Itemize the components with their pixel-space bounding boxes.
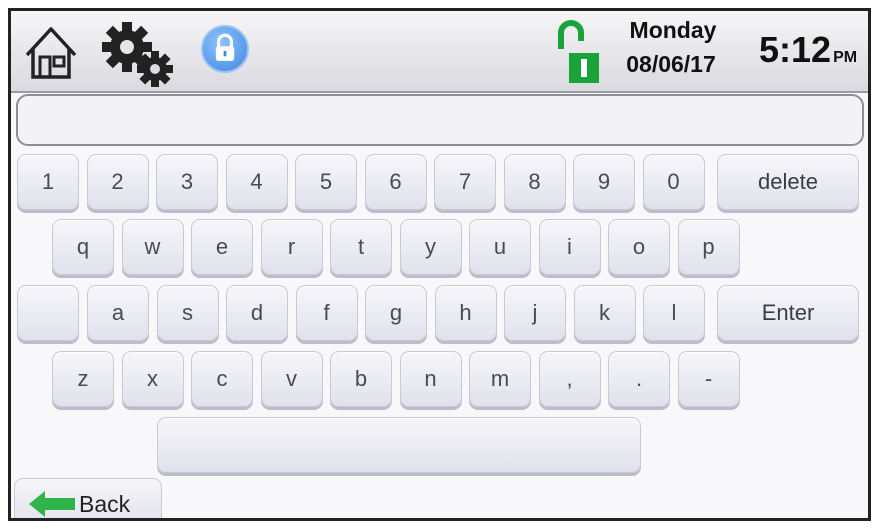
key-2[interactable]: 2 xyxy=(86,154,149,210)
enter-key[interactable]: Enter xyxy=(717,285,859,341)
key-0[interactable]: 0 xyxy=(642,154,705,210)
space-bar[interactable] xyxy=(157,417,641,473)
key-c[interactable]: c xyxy=(191,351,253,407)
key-y[interactable]: y xyxy=(399,219,462,275)
gear-icon[interactable] xyxy=(99,19,179,89)
key-f[interactable]: f xyxy=(295,285,358,341)
lock-icon xyxy=(215,33,235,61)
key-b[interactable]: b xyxy=(330,351,392,407)
key-comma[interactable]: , xyxy=(538,351,601,407)
key-n[interactable]: n xyxy=(399,351,462,407)
back-button[interactable]: Back xyxy=(14,478,162,518)
lock-button[interactable] xyxy=(201,25,249,73)
key-m[interactable]: m xyxy=(469,351,531,407)
key-8[interactable]: 8 xyxy=(503,154,566,210)
key-h[interactable]: h xyxy=(434,285,497,341)
key-9[interactable]: 9 xyxy=(573,154,635,210)
back-label: Back xyxy=(79,491,131,517)
key-v[interactable]: v xyxy=(260,351,323,407)
key-x[interactable]: x xyxy=(121,351,184,407)
key-blank[interactable] xyxy=(17,285,79,341)
date-label: 08/06/17 xyxy=(626,51,716,77)
key-i[interactable]: i xyxy=(538,219,601,275)
home-icon[interactable] xyxy=(23,21,79,83)
key-5[interactable]: 5 xyxy=(295,154,357,210)
ampm-label: PM xyxy=(833,49,858,66)
back-arrow-icon xyxy=(29,491,75,517)
key-z[interactable]: z xyxy=(52,351,114,407)
text-entry-field[interactable] xyxy=(16,94,864,146)
top-bar: Monday 08/06/17 5:12 PM xyxy=(11,11,868,93)
key-a[interactable]: a xyxy=(87,285,149,341)
key-period[interactable]: . xyxy=(608,351,670,407)
key-j[interactable]: j xyxy=(504,285,566,341)
key-p[interactable]: p xyxy=(677,219,740,275)
key-u[interactable]: u xyxy=(469,219,531,275)
key-o[interactable]: o xyxy=(608,219,670,275)
key-w[interactable]: w xyxy=(121,219,184,275)
touch-screen: Monday 08/06/17 5:12 PM 1 2 3 4 5 6 7 8 9 0 delete q… xyxy=(8,8,871,521)
key-3[interactable]: 3 xyxy=(156,154,218,210)
key-e[interactable]: e xyxy=(191,219,253,275)
time-label: 5:12 xyxy=(759,29,832,70)
key-6[interactable]: 6 xyxy=(364,154,427,210)
key-dash[interactable]: - xyxy=(677,351,740,407)
delete-key[interactable]: delete xyxy=(717,154,859,210)
unlock-status-icon xyxy=(558,20,599,83)
key-g[interactable]: g xyxy=(365,285,427,341)
day-label: Monday xyxy=(629,17,717,43)
key-4[interactable]: 4 xyxy=(225,154,288,210)
key-k[interactable]: k xyxy=(573,285,636,341)
key-l[interactable]: l xyxy=(643,285,705,341)
key-q[interactable]: q xyxy=(52,219,114,275)
clock: 5:12 PM xyxy=(759,29,857,71)
key-d[interactable]: d xyxy=(226,285,288,341)
key-t[interactable]: t xyxy=(330,219,392,275)
key-7[interactable]: 7 xyxy=(434,154,496,210)
key-1[interactable]: 1 xyxy=(17,154,79,210)
key-r[interactable]: r xyxy=(260,219,323,275)
key-s[interactable]: s xyxy=(156,285,219,341)
